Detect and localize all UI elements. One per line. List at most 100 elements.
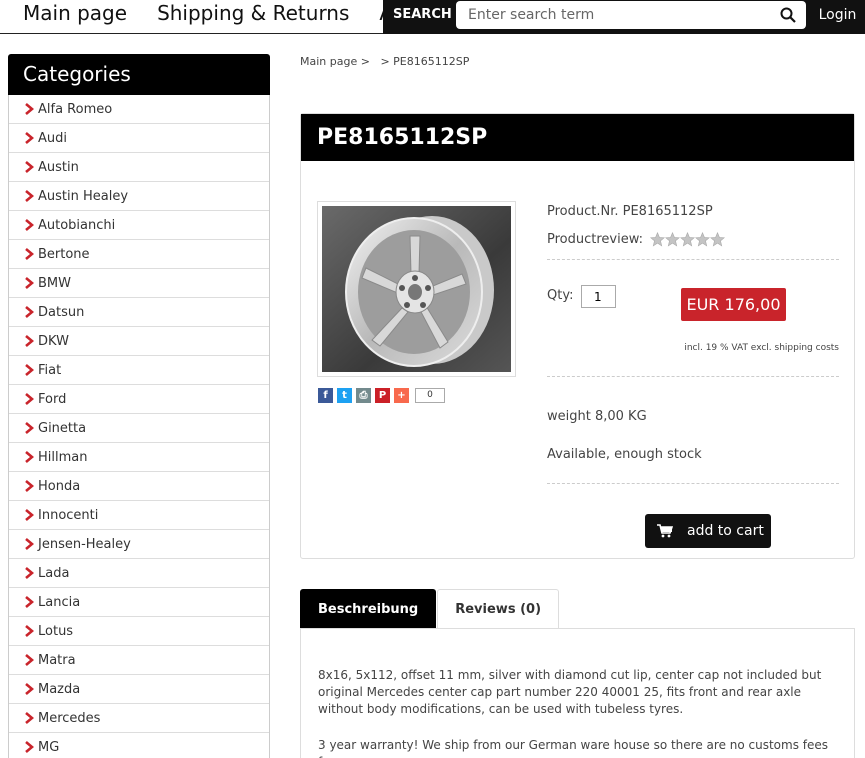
breadcrumb-home[interactable]: Main page [300,55,357,68]
category-label: Mercedes [38,710,101,726]
category-label: Ginetta [38,420,87,436]
category-item[interactable]: Lancia [9,588,269,617]
category-item[interactable]: Alfa Romeo [9,95,269,124]
login-button[interactable]: Login [810,0,865,34]
print-icon[interactable]: ⎙ [356,388,371,403]
product-panel: PE8165112SP f t ⎙ P + 0 Product.Nr. PE81… [300,113,855,559]
category-item[interactable]: Austin [9,153,269,182]
chevron-right-icon [25,422,34,434]
category-label: Jensen-Healey [38,536,131,552]
product-tabs: Beschreibung Reviews (0) [300,589,560,629]
category-label: Fiat [38,362,62,378]
chevron-right-icon [25,741,34,753]
breadcrumb-separator: > [380,55,390,68]
category-item[interactable]: Audi [9,124,269,153]
category-label: Lancia [38,594,81,610]
pinterest-icon[interactable]: P [375,388,390,403]
category-item[interactable]: BMW [9,269,269,298]
chevron-right-icon [25,277,34,289]
quantity-group: Qty: [547,285,616,308]
category-label: Datsun [38,304,85,320]
category-item[interactable]: Mercedes [9,704,269,733]
product-number: Product.Nr. PE8165112SP [547,204,713,219]
tab-description[interactable]: Beschreibung [300,589,437,629]
category-item[interactable]: Fiat [9,356,269,385]
twitter-icon[interactable]: t [337,388,352,403]
star-icon [650,232,666,247]
category-item[interactable]: Ginetta [9,414,269,443]
category-label: Austin [38,159,79,175]
nav-link-main-page[interactable]: Main page [23,0,127,30]
chevron-right-icon [25,335,34,347]
category-item[interactable]: MG [9,733,269,758]
quantity-input[interactable] [581,285,616,308]
category-item[interactable]: Lada [9,559,269,588]
qty-label: Qty: [547,288,574,303]
product-weight: weight 8,00 KG [547,409,647,424]
star-icon [665,232,681,247]
divider [547,376,839,377]
chevron-right-icon [25,219,34,231]
price-badge: EUR 176,00 [681,288,786,321]
more-share-icon[interactable]: + [394,388,409,403]
divider [547,483,839,484]
category-label: BMW [38,275,71,291]
category-item[interactable]: Mazda [9,675,269,704]
category-item[interactable]: Honda [9,472,269,501]
category-item[interactable]: DKW [9,327,269,356]
product-image[interactable] [317,201,516,377]
category-label: Austin Healey [38,188,129,204]
star-icon [695,232,711,247]
star-icon [710,232,726,247]
category-label: Bertone [38,246,90,262]
tab-reviews[interactable]: Reviews (0) [437,589,560,629]
category-item[interactable]: Matra [9,646,269,675]
category-item[interactable]: Austin Healey [9,182,269,211]
star-icon [680,232,696,247]
category-label: Lotus [38,623,74,639]
category-label: Alfa Romeo [38,101,113,117]
category-label: Ford [38,391,67,407]
warranty-text: 3 year warranty! We ship from our German… [318,738,829,758]
breadcrumb: Main page > > PE8165112SP [300,55,469,68]
chevron-right-icon [25,480,34,492]
chevron-right-icon [25,248,34,260]
chevron-right-icon [25,712,34,724]
category-item[interactable]: Bertone [9,240,269,269]
category-item[interactable]: Hillman [9,443,269,472]
nav-links: Main page Shipping & Returns Ab [23,0,406,30]
wheel-image [322,206,511,372]
chevron-right-icon [25,393,34,405]
search-input[interactable] [468,2,778,28]
facebook-icon[interactable]: f [318,388,333,403]
social-share-bar: f t ⎙ P +0 [318,388,445,403]
search-icon[interactable] [780,7,796,23]
chevron-right-icon [25,683,34,695]
category-label: Autobianchi [38,217,116,233]
chevron-right-icon [25,364,34,376]
chevron-right-icon [25,190,34,202]
category-item[interactable]: Innocenti [9,501,269,530]
search-label: SEARCH [393,7,452,22]
chevron-right-icon [25,451,34,463]
category-label: DKW [38,333,69,349]
category-item[interactable]: Ford [9,385,269,414]
vat-note: incl. 19 % VAT excl. shipping costs [684,343,839,353]
category-label: Mazda [38,681,81,697]
search-box [456,1,806,29]
nav-link-shipping-returns[interactable]: Shipping & Returns [157,0,349,30]
chevron-right-icon [25,161,34,173]
rating-stars[interactable] [650,232,726,247]
chevron-right-icon [25,596,34,608]
category-item[interactable]: Autobianchi [9,211,269,240]
category-item[interactable]: Jensen-Healey [9,530,269,559]
category-label: MG [38,739,60,755]
chevron-right-icon [25,509,34,521]
category-item[interactable]: Datsun [9,298,269,327]
add-to-cart-label: add to cart [687,523,764,539]
category-item[interactable]: Lotus [9,617,269,646]
category-label: Audi [38,130,67,146]
add-to-cart-button[interactable]: add to cart [645,514,771,548]
breadcrumb-current: PE8165112SP [393,55,470,68]
category-label: Honda [38,478,81,494]
